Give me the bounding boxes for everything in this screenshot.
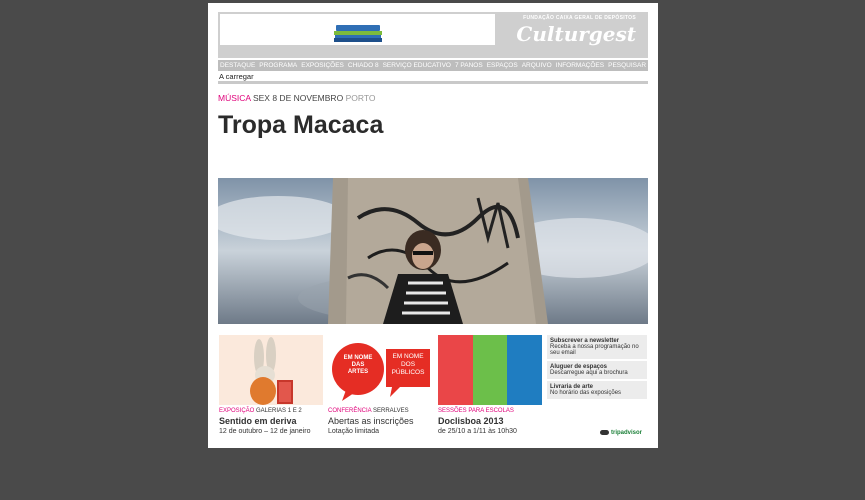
stripe-green bbox=[472, 335, 508, 405]
card-title[interactable]: Abertas as inscrições bbox=[328, 416, 432, 426]
divider bbox=[218, 81, 648, 84]
card-category: CONFERÊNCIA bbox=[328, 408, 372, 414]
loading-text: A carregar bbox=[219, 72, 254, 81]
nav-item-7panos[interactable]: 7 PANOS bbox=[453, 62, 485, 69]
hero-image bbox=[218, 178, 648, 324]
stripe-blue bbox=[507, 335, 542, 405]
side-text: Receba a nossa programação no seu email bbox=[550, 344, 639, 356]
card-title[interactable]: Sentido em deriva bbox=[219, 416, 323, 426]
card-image[interactable]: EM NOME DAS ARTES EM NOME DOS PÚBLICOS bbox=[328, 335, 432, 405]
card-category: SESSÕES PARA ESCOLAS bbox=[438, 408, 514, 414]
nav-item-informacoes[interactable]: INFORMAÇÕES bbox=[554, 62, 606, 69]
card-conferencia[interactable]: EM NOME DAS ARTES EM NOME DOS PÚBLICOS C… bbox=[328, 335, 432, 435]
hero-photo bbox=[218, 178, 648, 324]
livraria-box[interactable]: Livraria de arte No horário das exposiçõ… bbox=[547, 381, 647, 399]
card-exposicao[interactable]: EXPOSIÇÃO GALERIAS 1 E 2 Sentido em deri… bbox=[219, 335, 323, 435]
tripadvisor-link[interactable]: tripadvisor bbox=[600, 430, 642, 436]
nav-item-programa[interactable]: PROGRAMA bbox=[257, 62, 299, 69]
card-image[interactable] bbox=[219, 335, 323, 405]
bubble-right-text: EM NOME DOS PÚBLICOS bbox=[391, 353, 425, 376]
nav-item-destaque[interactable]: DESTAQUE bbox=[218, 62, 257, 69]
card-place: GALERIAS 1 E 2 bbox=[256, 408, 302, 414]
nav-item-pesquisar[interactable]: PESQUISAR bbox=[606, 62, 648, 69]
nav-item-arquivo[interactable]: ARQUIVO bbox=[520, 62, 554, 69]
nav-item-espacos[interactable]: ESPAÇOS bbox=[485, 62, 520, 69]
header-banner: FUNDAÇÃO CAIXA GERAL DE DEPÓSITOS Cultur… bbox=[218, 12, 648, 58]
foundation-label: FUNDAÇÃO CAIXA GERAL DE DEPÓSITOS bbox=[523, 15, 636, 21]
nav-item-exposicoes[interactable]: EXPOSIÇÕES bbox=[299, 62, 346, 69]
card-sessoes[interactable]: SESSÕES PARA ESCOLAS Doclisboa 2013 de 2… bbox=[438, 335, 542, 435]
event-category[interactable]: MÚSICA bbox=[218, 93, 251, 103]
aluguer-box[interactable]: Aluguer de espaços Descarregue aqui a br… bbox=[547, 361, 647, 379]
banner-ad[interactable] bbox=[220, 14, 495, 45]
card-image[interactable] bbox=[438, 335, 542, 405]
event-location: PORTO bbox=[345, 93, 376, 103]
card-title[interactable]: Doclisboa 2013 bbox=[438, 416, 542, 426]
card-subtitle: de 25/10 a 1/11 às 10h30 bbox=[438, 428, 517, 435]
side-text: No horário das exposições bbox=[550, 390, 622, 396]
page: FUNDAÇÃO CAIXA GERAL DE DEPÓSITOS Cultur… bbox=[208, 3, 658, 448]
main-nav: DESTAQUE PROGRAMA EXPOSIÇÕES CHIADO 8 SE… bbox=[218, 60, 648, 71]
stack-layers-icon bbox=[334, 25, 382, 42]
owl-icon bbox=[600, 430, 609, 435]
card-category: EXPOSIÇÃO bbox=[219, 408, 255, 414]
rabbit-illustration bbox=[250, 337, 293, 405]
card-place: SERRALVES bbox=[373, 408, 409, 414]
side-text: Descarregue aqui a brochura bbox=[550, 370, 628, 376]
side-links: Subscrever a newsletter Receba a nossa p… bbox=[547, 335, 647, 401]
tripadvisor-label: tripadvisor bbox=[611, 430, 643, 437]
bubble-left-text: EM NOME DAS ARTES bbox=[343, 355, 373, 375]
nav-item-servico-educativo[interactable]: SERVIÇO EDUCATIVO bbox=[381, 62, 453, 69]
page-title: Tropa Macaca bbox=[218, 111, 384, 139]
stripe-red bbox=[438, 335, 473, 405]
culturgest-logo[interactable]: Culturgest bbox=[516, 22, 636, 46]
nav-item-chiado8[interactable]: CHIADO 8 bbox=[346, 62, 381, 69]
card-subtitle: 12 de outubro – 12 de janeiro bbox=[219, 428, 311, 435]
card-subtitle: Lotação limitada bbox=[328, 428, 379, 435]
event-meta: MÚSICA SEX 8 DE NOVEMBRO PORTO bbox=[218, 93, 375, 103]
newsletter-box[interactable]: Subscrever a newsletter Receba a nossa p… bbox=[547, 335, 647, 359]
event-date: SEX 8 DE NOVEMBRO bbox=[252, 93, 344, 103]
